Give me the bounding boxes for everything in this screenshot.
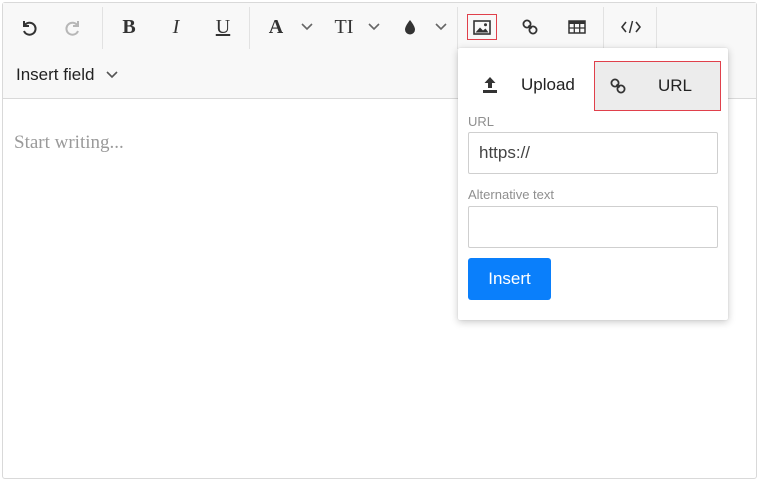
- undo-button[interactable]: [13, 12, 43, 42]
- url-input[interactable]: [468, 132, 718, 174]
- drop-icon: [405, 20, 415, 35]
- chevron-down-icon[interactable]: [367, 12, 381, 42]
- editor-placeholder[interactable]: Start writing...: [14, 132, 124, 154]
- tab-url[interactable]: URL: [594, 61, 721, 111]
- insert-image-popup: Upload URL URL Alternative text Insert: [458, 48, 728, 320]
- insert-button[interactable]: Insert: [468, 258, 551, 300]
- underline-button[interactable]: U: [207, 12, 239, 42]
- code-icon: [621, 20, 641, 34]
- chevron-down-icon[interactable]: [300, 12, 314, 42]
- insert-field-label: Insert field: [16, 65, 95, 84]
- image-button-highlight: [467, 14, 497, 40]
- url-field-label: URL: [468, 114, 495, 129]
- upload-icon: [472, 76, 508, 94]
- code-view-button[interactable]: [615, 12, 647, 42]
- font-size-button[interactable]: TI: [329, 12, 359, 42]
- font-size-glyph: TI: [334, 15, 354, 38]
- insert-table-button[interactable]: [562, 12, 592, 42]
- insert-link-button[interactable]: [515, 12, 545, 42]
- toolbar-separator: [603, 7, 604, 49]
- tab-upload[interactable]: Upload: [464, 62, 592, 108]
- font-color-button[interactable]: A: [261, 12, 291, 42]
- link-icon: [522, 19, 538, 35]
- alt-text-input[interactable]: [468, 206, 718, 248]
- tab-upload-label: Upload: [521, 75, 575, 94]
- redo-button[interactable]: [59, 12, 89, 42]
- chevron-down-icon: [106, 71, 119, 79]
- alt-text-field-label: Alternative text: [468, 187, 554, 202]
- link-icon: [603, 77, 633, 95]
- bold-button[interactable]: B: [113, 12, 145, 42]
- italic-button[interactable]: I: [160, 12, 192, 42]
- tab-url-label: URL: [658, 76, 693, 95]
- toolbar-separator: [656, 7, 657, 49]
- toolbar-separator: [102, 7, 103, 49]
- insert-image-button[interactable]: [466, 12, 498, 42]
- chevron-down-icon[interactable]: [434, 12, 448, 42]
- toolbar: B I U A TI: [3, 3, 756, 51]
- insert-field-dropdown[interactable]: Insert field: [16, 63, 119, 87]
- table-icon: [568, 20, 586, 34]
- highlight-color-button[interactable]: [397, 12, 423, 42]
- undo-icon: [23, 21, 37, 36]
- image-icon: [473, 19, 491, 35]
- toolbar-separator: [457, 7, 458, 49]
- redo-icon: [65, 21, 79, 36]
- toolbar-separator: [249, 7, 250, 49]
